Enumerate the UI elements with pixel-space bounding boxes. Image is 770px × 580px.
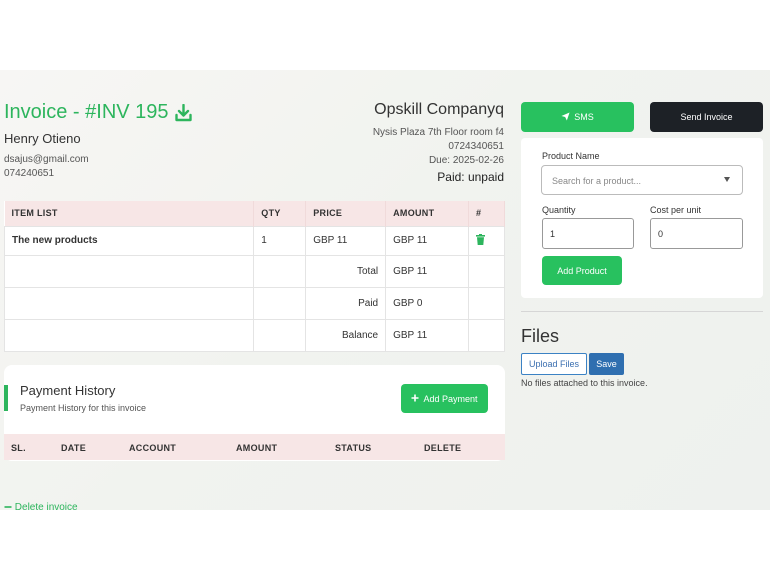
files-title: Files [521,326,560,346]
delete-invoice-link[interactable]: Delete invoice [4,502,78,510]
customer-name: Henry Otieno [4,131,81,146]
payment-history-card: Payment History Payment History for this… [4,365,505,461]
company-address: Nysis Plaza 7th Floor room f4 [372,127,504,138]
section-accent-bar [4,385,8,411]
add-payment-button[interactable]: Add Payment [401,384,488,413]
send-invoice-button[interactable]: Send Invoice [650,102,763,132]
summary-value: GBP 11 [385,254,469,288]
header-price: PRICE [305,201,387,226]
cost-per-unit-field[interactable] [650,218,743,249]
header-item-list: ITEM LIST [4,201,255,226]
summary-row-balance: Balance GBP 11 [3,318,505,352]
invoice-title-text: Invoice - #INV 195 [4,101,169,123]
customer-phone: 074240651 [4,168,55,179]
summary-row-paid: Paid GBP 0 [3,286,505,320]
header-action: # [468,201,505,226]
header-date: DATE [61,443,87,453]
header-qty: QTY [253,201,307,226]
product-name-label: Product Name [542,151,600,161]
product-select-placeholder: Search for a product... [552,176,642,186]
save-button[interactable]: Save [589,353,624,375]
company-phone: 0724340651 [448,141,504,152]
company-name: Opskill Companyq [374,101,504,118]
add-product-button[interactable]: Add Product [542,256,622,285]
item-action-cell [468,225,505,256]
trash-icon[interactable] [476,233,485,248]
company-info: Opskill Companyq Nysis Plaza 7th Floor r… [373,101,504,184]
minus-icon [4,502,15,510]
payment-table-header: SL. DATE ACCOUNT AMOUNT STATUS DELETE [4,434,505,460]
divider [521,311,763,312]
invoice-page: Invoice - #INV 195 Henry Otieno dsajus@g… [0,70,770,510]
delete-invoice-label: Delete invoice [14,502,78,510]
customer-email: dsajus@gmail.com [4,154,89,165]
summary-label: Paid [305,286,387,320]
add-product-form: Product Name Search for a product... Qua… [521,138,763,298]
download-icon[interactable] [174,103,192,122]
summary-value: GBP 11 [385,318,469,352]
summary-row-total: Total GBP 11 [3,254,505,288]
summary-label: Balance [305,318,387,352]
product-select[interactable]: Search for a product... [541,165,743,195]
summary-value: GBP 0 [385,286,469,320]
paper-plane-icon [561,111,570,123]
item-name: The new products [3,225,255,256]
table-row: The new products 1 GBP 11 GBP 11 [3,225,505,256]
sms-label: SMS [574,112,594,122]
summary-label: Total [305,254,387,288]
header-sl: SL. [11,443,26,453]
chevron-down-icon [724,177,730,182]
item-amount: GBP 11 [385,225,469,256]
paid-status: Paid: unpaid [437,170,504,184]
add-payment-label: Add Payment [423,393,478,404]
item-qty: 1 [253,225,307,256]
item-price: GBP 11 [305,225,387,256]
header-account: ACCOUNT [129,443,177,453]
header-amount: AMOUNT [385,201,469,226]
invoice-title: Invoice - #INV 195 [4,101,192,124]
quantity-label: Quantity [542,205,576,215]
quantity-field[interactable] [542,218,634,249]
header-amount: AMOUNT [236,443,278,453]
payment-history-subtitle: Payment History for this invoice [20,403,147,413]
due-date: Due: 2025-02-26 [428,155,504,166]
plus-icon [411,394,419,404]
no-files-message: No files attached to this invoice. [521,378,648,388]
header-status: STATUS [335,443,372,453]
items-table: ITEM LIST QTY PRICE AMOUNT # The new pro… [3,201,505,352]
payment-history-title: Payment History [20,383,116,398]
upload-files-button[interactable]: Upload Files [521,353,587,375]
cost-per-unit-label: Cost per unit [650,205,702,215]
header-delete: DELETE [424,443,462,453]
items-table-header: ITEM LIST QTY PRICE AMOUNT # [4,201,505,226]
sms-button[interactable]: SMS [521,102,634,132]
